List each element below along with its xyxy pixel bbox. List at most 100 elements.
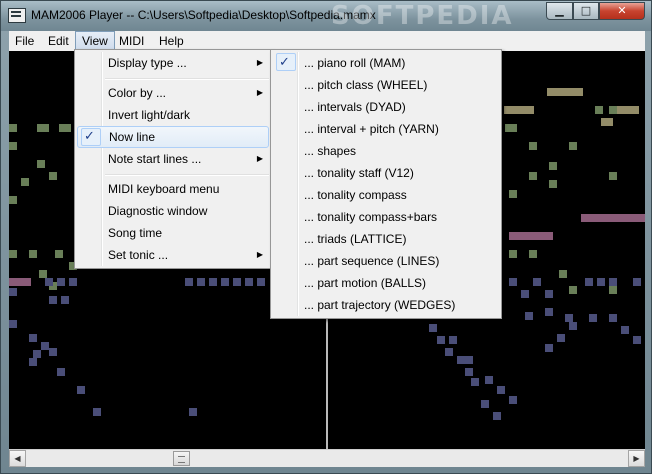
note-block	[609, 314, 617, 322]
menu-item-set-tonic[interactable]: Set tonic ... ▶	[77, 244, 269, 266]
app-icon[interactable]	[8, 8, 26, 23]
note-block	[493, 412, 501, 420]
note-block	[509, 278, 517, 286]
submenu-arrow-icon: ▶	[256, 58, 263, 67]
submenu-item-pitch-class[interactable]: ... pitch class (WHEEL)	[273, 74, 499, 96]
check-icon: ✓	[84, 129, 95, 144]
note-block	[529, 142, 537, 150]
note-block	[509, 232, 553, 240]
scroll-left-button[interactable]: ◀	[9, 450, 26, 467]
submenu-item-triads[interactable]: ... triads (LATTICE)	[273, 228, 499, 250]
submenu-item-shapes[interactable]: ... shapes	[273, 140, 499, 162]
note-block	[569, 142, 577, 150]
note-block	[49, 296, 57, 304]
scroll-right-button[interactable]: ▶	[628, 450, 645, 467]
submenu-item-tonality-compass[interactable]: ... tonality compass	[273, 184, 499, 206]
window-title: MAM2006 Player -- C:\Users\Softpedia\Des…	[31, 8, 376, 22]
menu-item-song-time[interactable]: Song time	[77, 222, 269, 244]
menu-edit[interactable]: Edit	[42, 31, 75, 51]
menu-item-diagnostic[interactable]: Diagnostic window	[77, 200, 269, 222]
note-block	[525, 312, 533, 320]
submenu-arrow-icon: ▶	[256, 88, 263, 97]
horizontal-scrollbar[interactable]: ◀ ▶	[9, 449, 645, 467]
note-block	[601, 118, 613, 126]
note-block	[585, 278, 593, 286]
note-block	[49, 172, 57, 180]
note-block	[29, 250, 37, 258]
note-block	[9, 320, 17, 328]
title-bar[interactable]: MAM2006 Player -- C:\Users\Softpedia\Des…	[1, 1, 651, 31]
menu-item-note-start-lines[interactable]: Note start lines ... ▶	[77, 148, 269, 170]
note-block	[557, 334, 565, 342]
note-block	[609, 278, 617, 286]
menu-item-now-line[interactable]: ✓ Now line	[77, 126, 269, 148]
submenu-arrow-icon: ▶	[256, 250, 263, 259]
note-block	[9, 288, 17, 296]
note-block	[45, 278, 53, 286]
submenu-item-part-motion[interactable]: ... part motion (BALLS)	[273, 272, 499, 294]
note-block	[547, 88, 583, 96]
note-block	[533, 278, 541, 286]
note-block	[457, 356, 465, 364]
note-block	[633, 278, 641, 286]
note-block	[621, 326, 629, 334]
maximize-button[interactable]: □	[573, 2, 599, 20]
note-block	[465, 368, 473, 376]
note-block	[257, 278, 265, 286]
submenu-item-piano-roll[interactable]: ✓ ... piano roll (MAM)	[273, 52, 499, 74]
note-block	[57, 278, 65, 286]
note-block	[9, 142, 17, 150]
note-block	[221, 278, 229, 286]
note-block	[529, 172, 537, 180]
note-block	[9, 196, 17, 204]
note-block	[449, 336, 457, 344]
submenu-item-intervals[interactable]: ... intervals (DYAD)	[273, 96, 499, 118]
note-block	[57, 368, 65, 376]
close-button[interactable]: ✕	[599, 2, 645, 20]
menu-view[interactable]: View	[75, 31, 115, 51]
note-block	[39, 270, 47, 278]
note-block	[545, 308, 553, 316]
note-block	[521, 290, 529, 298]
menu-item-display-type[interactable]: Display type ... ▶	[77, 52, 269, 74]
note-block	[61, 296, 69, 304]
menu-separator	[105, 78, 269, 80]
note-block	[233, 278, 241, 286]
note-block	[245, 278, 253, 286]
note-block	[595, 106, 603, 114]
note-block	[609, 172, 617, 180]
menu-item-invert[interactable]: Invert light/dark	[77, 104, 269, 126]
submenu-item-tonality-staff[interactable]: ... tonality staff (V12)	[273, 162, 499, 184]
note-block	[549, 180, 557, 188]
note-block	[37, 160, 45, 168]
note-block	[481, 400, 489, 408]
submenu-item-part-sequence[interactable]: ... part sequence (LINES)	[273, 250, 499, 272]
submenu-item-tonality-compass-bars[interactable]: ... tonality compass+bars	[273, 206, 499, 228]
submenu-item-part-trajectory[interactable]: ... part trajectory (WEDGES)	[273, 294, 499, 316]
menu-file[interactable]: File	[9, 31, 40, 51]
note-block	[465, 356, 473, 364]
menu-item-midi-keyboard[interactable]: MIDI keyboard menu	[77, 178, 269, 200]
submenu-item-interval-pitch[interactable]: ... interval + pitch (YARN)	[273, 118, 499, 140]
note-block	[633, 336, 641, 344]
scroll-thumb[interactable]	[173, 451, 190, 466]
note-block	[185, 278, 193, 286]
minimize-button[interactable]: ▁	[546, 2, 573, 20]
note-block	[497, 386, 505, 394]
note-block	[529, 250, 537, 258]
note-block	[197, 278, 205, 286]
note-block	[589, 314, 597, 322]
menu-help[interactable]: Help	[153, 31, 190, 51]
note-block	[209, 278, 217, 286]
note-block	[559, 270, 567, 278]
note-block	[41, 342, 49, 350]
note-block	[437, 336, 445, 344]
menu-item-color-by[interactable]: Color by ... ▶	[77, 82, 269, 104]
note-block	[597, 278, 605, 286]
menu-midi[interactable]: MIDI	[113, 31, 150, 51]
note-block	[29, 358, 37, 366]
note-block	[29, 334, 37, 342]
note-block	[55, 250, 63, 258]
note-block	[37, 124, 49, 132]
note-block	[569, 286, 577, 294]
